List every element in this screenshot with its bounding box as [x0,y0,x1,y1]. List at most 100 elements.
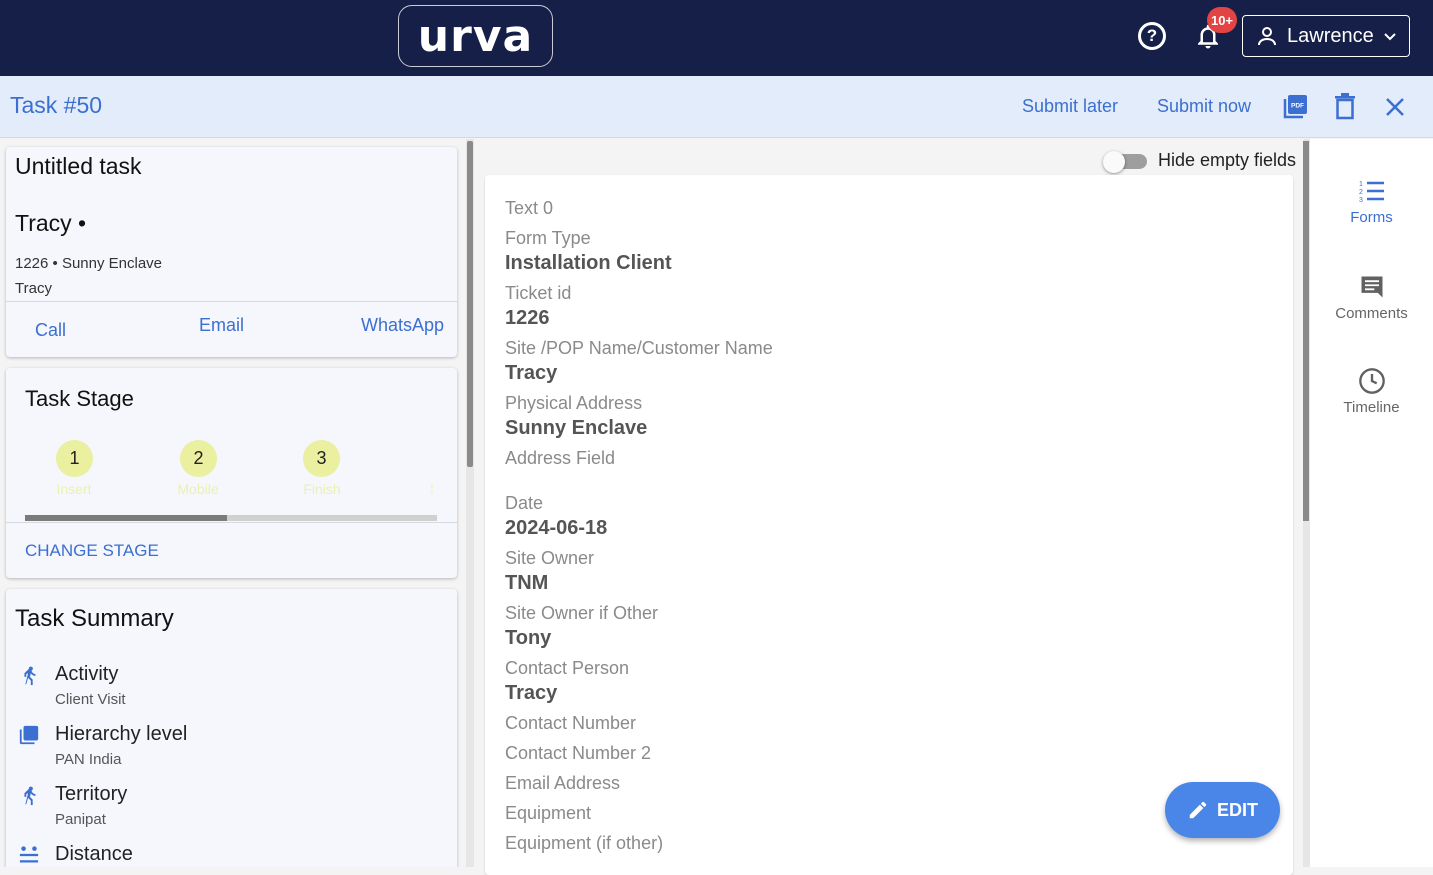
pdf-icon[interactable]: PDF [1282,93,1309,120]
left-panel-scrollbar[interactable] [466,139,474,867]
close-icon[interactable] [1385,97,1405,117]
field-label: Contact Person [505,658,630,678]
field-label: Physical Address [505,393,643,413]
scroll-thumb[interactable] [1303,141,1309,521]
run-icon [24,786,36,806]
stage-label-2: Mobile [177,481,219,497]
field-label: Site /POP Name/Customer Name [505,338,773,358]
task-name: Untitled task [15,153,142,179]
stage-step-3[interactable]: 3 [303,440,340,477]
field-value: Tracy [505,682,558,704]
submit-now-button[interactable]: Submit now [1157,96,1251,117]
task-sub-name: Tracy [15,280,52,297]
summary-hierarchy-title: Hierarchy level [55,723,188,745]
task-address: 1226 • Sunny Enclave [15,255,163,272]
field-label: Date [505,493,544,513]
user-menu-button[interactable]: Lawrence [1242,15,1410,57]
summary-hierarchy-value: PAN India [55,751,122,768]
edit-button[interactable]: EDIT [1165,782,1280,838]
divider [6,522,457,523]
task-info-card: Untitled task Tracy • 1226 • Sunny Encla… [6,147,457,357]
summary-activity-title: Activity [55,663,119,685]
rail-comments-label: Comments [1335,305,1408,322]
logo-text: urva [417,10,534,62]
hide-empty-toggle[interactable] [1103,151,1149,173]
right-rail: 123 Forms Comments Timeline [1310,139,1433,867]
field-value: Tracy [505,362,558,384]
task-header: Task #50 Submit later Submit now PDF [0,76,1433,138]
stage-card-title: Task Stage [25,386,134,411]
stage-step-1[interactable]: 1 [56,440,93,477]
scroll-thumb[interactable] [467,141,473,467]
call-button[interactable]: Call [35,320,66,341]
field-label: Equipment [505,803,592,823]
field-value: 1226 [505,307,550,329]
summary-territory-title: Territory [55,783,128,805]
field-label: Form Type [505,228,591,248]
form-details-card: Text 0 Form Type Installation Client Tic… [485,175,1293,875]
summary-territory-value: Panipat [55,811,106,828]
rail-timeline-label: Timeline [1343,399,1400,416]
page-title: Task #50 [10,92,103,118]
stage-label-3: Finish [303,481,341,497]
field-label: Site Owner [505,548,595,568]
field-label: Email Address [505,773,621,793]
run-icon [24,666,36,686]
rail-forms-label: Forms [1350,209,1393,226]
hide-empty-label: Hide empty fields [1158,150,1297,170]
stage-step-2[interactable]: 2 [180,440,217,477]
summary-distance-title: Distance [55,843,133,865]
field-label: Ticket id [505,283,572,303]
task-summary-card: Task Summary Activity Client Visit Hiera… [6,589,457,867]
submit-later-button[interactable]: Submit later [1022,96,1118,117]
toggle-knob [1103,151,1125,173]
contact-name-row: Tracy • [15,210,87,236]
user-icon [1258,27,1276,46]
rail-item-forms[interactable]: 123 Forms [1310,179,1433,226]
top-bar: urva ? 10+ Lawrence [0,0,1433,76]
field-value: Installation Client [505,252,672,274]
comment-icon [1361,276,1382,298]
left-panel: Untitled task Tracy • 1226 • Sunny Encla… [0,139,466,867]
summary-activity-value: Client Visit [55,691,126,708]
help-icon[interactable]: ? [1138,22,1166,50]
rail-item-comments[interactable]: Comments [1310,273,1433,322]
stage-progress-bar [25,515,437,521]
svg-text:2: 2 [1359,189,1363,196]
rail-item-timeline[interactable]: Timeline [1310,367,1433,416]
clock-icon [1358,368,1385,394]
delete-icon[interactable] [1334,93,1356,120]
edit-label: EDIT [1216,799,1258,820]
layers-icon [19,725,39,745]
whatsapp-button[interactable]: WhatsApp [361,315,444,336]
change-stage-button[interactable]: CHANGE STAGE [25,541,159,561]
user-name: Lawrence [1287,24,1374,47]
field-label: Contact Number [505,713,637,733]
svg-text:1: 1 [1359,181,1363,188]
task-stage-card: Task Stage 1 Insert 2 Mobile 3 Finish ⁞ … [6,368,457,578]
field-label: Equipment (if other) [505,833,664,853]
field-label: Contact Number 2 [505,743,652,763]
stage-overflow-hint: ⁞ [430,481,434,497]
field-label: Text 0 [505,198,554,218]
app-logo[interactable]: urva [398,5,553,67]
svg-text:PDF: PDF [1291,103,1304,110]
distance-icon [19,846,39,863]
contact-name: Tracy [15,210,72,236]
chevron-down-icon [1384,33,1396,41]
summary-card-title: Task Summary [15,605,174,632]
email-button[interactable]: Email [199,315,244,336]
divider [6,301,457,302]
form-panel-scrollbar[interactable] [1303,139,1310,867]
list-icon: 123 [1359,181,1384,204]
field-value: 2024-06-18 [505,517,608,539]
field-label: Site Owner if Other [505,603,659,623]
field-value: TNM [505,572,549,594]
notification-badge: 10+ [1207,7,1237,33]
field-value: Tony [505,627,552,649]
stage-progress-fill [25,515,227,521]
pencil-icon [1189,801,1207,819]
form-panel: Hide empty fields Text 0 Form Type Insta… [475,139,1303,875]
svg-text:3: 3 [1359,197,1363,204]
field-value: Sunny Enclave [505,417,648,439]
